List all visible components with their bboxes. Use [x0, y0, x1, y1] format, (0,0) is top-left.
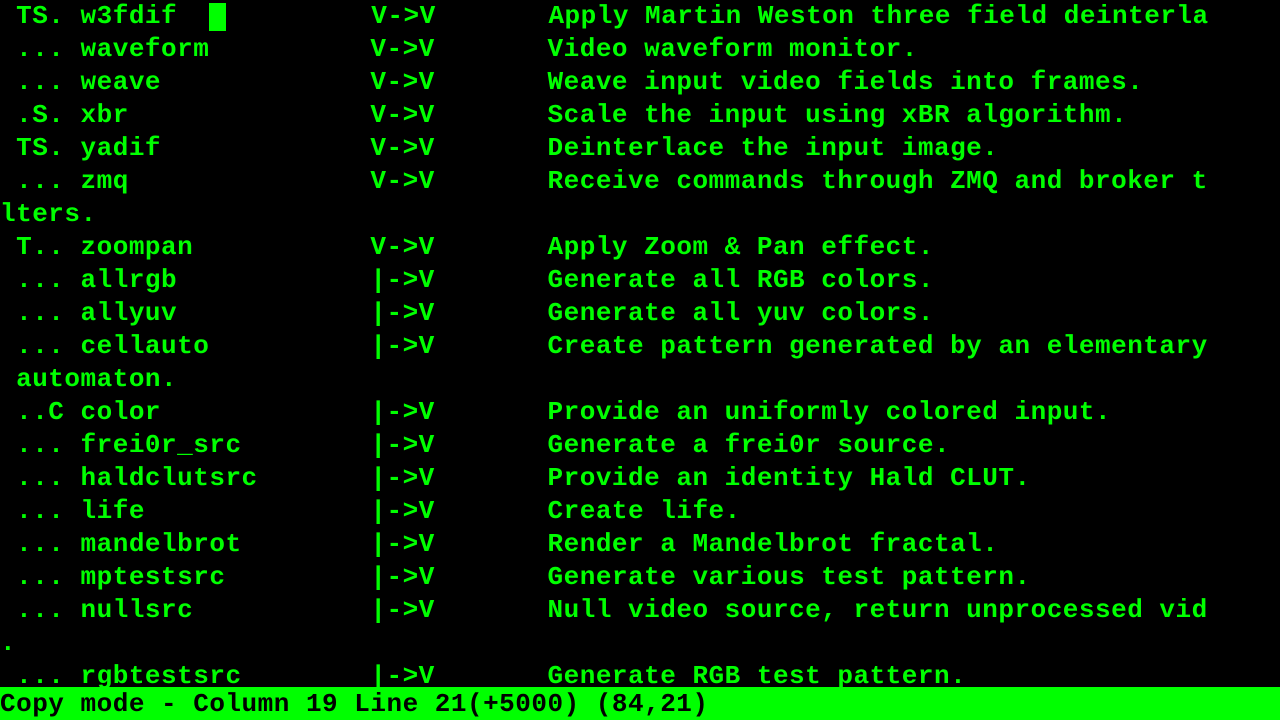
filter-mapping: |->V	[370, 298, 547, 328]
filter-flags: ...	[0, 265, 81, 295]
filter-row: ..C color |->V Provide an uniformly colo…	[0, 396, 1280, 429]
filter-description: Weave input video fields into frames.	[548, 67, 1144, 97]
filter-description: Video waveform monitor.	[548, 34, 918, 64]
filter-mapping: |->V	[370, 430, 547, 460]
wrapped-text: lters.	[0, 199, 97, 229]
filter-flags: ...	[0, 166, 81, 196]
filter-row: ... frei0r_src |->V Generate a frei0r so…	[0, 429, 1280, 462]
filter-name: w3fdif	[81, 1, 178, 31]
filter-name: allyuv	[81, 298, 178, 328]
filter-flags: ...	[0, 595, 81, 625]
filter-row: ... waveform V->V Video waveform monitor…	[0, 33, 1280, 66]
filter-row: ... allyuv |->V Generate all yuv colors.	[0, 297, 1280, 330]
terminal-content: TS. w3fdif V->V Apply Martin Weston thre…	[0, 0, 1280, 693]
filter-row: ... mptestsrc |->V Generate various test…	[0, 561, 1280, 594]
filter-flags: ...	[0, 529, 81, 559]
filter-flags: ...	[0, 430, 81, 460]
filter-mapping: V->V	[370, 232, 547, 262]
filter-mapping: |->V	[370, 496, 547, 526]
filter-name: mandelbrot	[81, 529, 242, 559]
filter-mapping: |->V	[370, 265, 547, 295]
filter-mapping: |->V	[370, 463, 547, 493]
filter-name: haldclutsrc	[81, 463, 258, 493]
filter-description: Receive commands through ZMQ and broker …	[548, 166, 1208, 196]
filter-mapping: |->V	[370, 331, 547, 361]
filter-mapping: V->V	[370, 166, 547, 196]
filter-row: .S. xbr V->V Scale the input using xBR a…	[0, 99, 1280, 132]
filter-description: Null video source, return unprocessed vi…	[548, 595, 1208, 625]
filter-name: allrgb	[81, 265, 178, 295]
filter-name: frei0r_src	[81, 430, 242, 460]
filter-description: Provide an uniformly colored input.	[548, 397, 1112, 427]
filter-flags: ...	[0, 34, 81, 64]
filter-flags: T..	[0, 232, 81, 262]
status-bar: Copy mode - Column 19 Line 21(+5000) (84…	[0, 687, 1280, 720]
filter-name: zoompan	[81, 232, 194, 262]
filter-name: cellauto	[81, 331, 210, 361]
filter-row: TS. w3fdif V->V Apply Martin Weston thre…	[0, 0, 1280, 33]
filter-description: Create pattern generated by an elementar…	[548, 331, 1208, 361]
filter-description: Generate various test pattern.	[548, 562, 1031, 592]
filter-name: yadif	[81, 133, 162, 163]
filter-flags: ...	[0, 463, 81, 493]
cursor	[209, 3, 226, 31]
filter-description: Generate all RGB colors.	[548, 265, 934, 295]
wrapped-text: .	[0, 628, 16, 658]
filter-row: .	[0, 627, 1280, 660]
filter-description: Scale the input using xBR algorithm.	[548, 100, 1128, 130]
filter-row: TS. yadif V->V Deinterlace the input ima…	[0, 132, 1280, 165]
filter-mapping: |->V	[370, 595, 547, 625]
filter-description: Render a Mandelbrot fractal.	[548, 529, 999, 559]
filter-description: Apply Zoom & Pan effect.	[548, 232, 934, 262]
filter-name: xbr	[81, 100, 129, 130]
filter-row: ... zmq V->V Receive commands through ZM…	[0, 165, 1280, 198]
filter-description: Generate a frei0r source.	[548, 430, 951, 460]
filter-name: mptestsrc	[81, 562, 226, 592]
filter-name: weave	[81, 67, 162, 97]
filter-flags: TS.	[0, 1, 81, 31]
filter-name: waveform	[81, 34, 210, 64]
filter-row: ... weave V->V Weave input video fields …	[0, 66, 1280, 99]
filter-name: color	[81, 397, 162, 427]
terminal-window[interactable]: TS. w3fdif V->V Apply Martin Weston thre…	[0, 0, 1280, 720]
filter-row: ... cellauto |->V Create pattern generat…	[0, 330, 1280, 363]
filter-description: Deinterlace the input image.	[548, 133, 999, 163]
filter-name: life	[81, 496, 145, 526]
filter-row: T.. zoompan V->V Apply Zoom & Pan effect…	[0, 231, 1280, 264]
filter-name: zmq	[81, 166, 129, 196]
wrapped-text: automaton.	[0, 364, 177, 394]
filter-mapping: |->V	[370, 562, 547, 592]
filter-flags: ...	[0, 67, 81, 97]
filter-description: Create life.	[548, 496, 741, 526]
filter-row: automaton.	[0, 363, 1280, 396]
filter-row: ... nullsrc |->V Null video source, retu…	[0, 594, 1280, 627]
filter-description: Generate all yuv colors.	[548, 298, 934, 328]
filter-mapping: |->V	[370, 529, 547, 559]
filter-flags: TS.	[0, 133, 81, 163]
filter-flags: ...	[0, 562, 81, 592]
filter-mapping: |->V	[370, 397, 547, 427]
filter-description: Apply Martin Weston three field deinterl…	[548, 1, 1208, 31]
filter-name: nullsrc	[81, 595, 194, 625]
filter-row: ... allrgb |->V Generate all RGB colors.	[0, 264, 1280, 297]
filter-row: ... mandelbrot |->V Render a Mandelbrot …	[0, 528, 1280, 561]
filter-row: ... haldclutsrc |->V Provide an identity…	[0, 462, 1280, 495]
filter-mapping: V->V	[370, 100, 547, 130]
filter-mapping: V->V	[370, 133, 547, 163]
filter-flags: .S.	[0, 100, 81, 130]
filter-flags: ...	[0, 298, 81, 328]
filter-mapping: V->V	[370, 67, 547, 97]
filter-row: lters.	[0, 198, 1280, 231]
filter-description: Provide an identity Hald CLUT.	[548, 463, 1031, 493]
filter-mapping: V->V	[370, 34, 547, 64]
filter-flags: ...	[0, 496, 81, 526]
filter-flags: ...	[0, 331, 81, 361]
filter-mapping: V->V	[371, 1, 548, 31]
filter-row: ... life |->V Create life.	[0, 495, 1280, 528]
filter-flags: ..C	[0, 397, 81, 427]
